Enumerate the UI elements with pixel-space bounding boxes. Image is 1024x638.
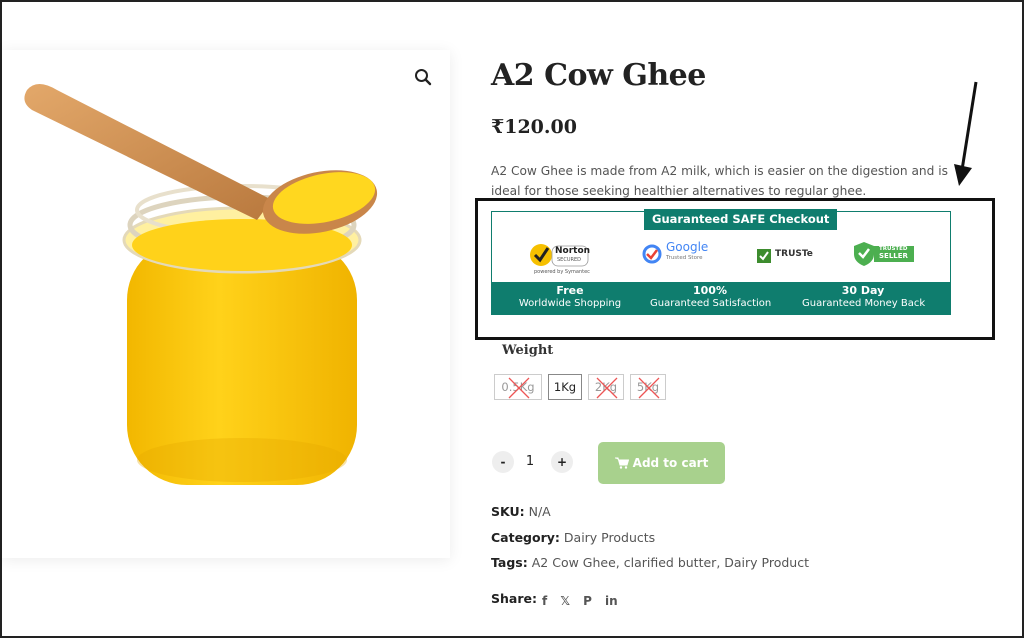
trusted-store-text: Trusted Store (666, 255, 703, 261)
add-to-cart-button[interactable]: Add to cart (598, 442, 725, 484)
unavailable-cross-icon (508, 377, 530, 399)
tag-link[interactable]: clarified butter (624, 555, 717, 570)
guarantee-free-shipping: Free Worldwide Shopping (510, 284, 630, 311)
twitter-icon[interactable]: 𝕏 (560, 594, 570, 608)
google-text: Google (666, 240, 709, 254)
weight-option-1kg[interactable]: 1Kg (548, 374, 582, 400)
cart-icon (614, 457, 629, 469)
guarantee-money-back-subtitle: Guaranteed Money Back (802, 298, 926, 309)
guarantee-free-subtitle: Worldwide Shopping (518, 298, 622, 309)
safe-checkout-badge: Guaranteed SAFE Checkout Norton SECURED … (491, 209, 951, 315)
trusted-seller-logo: TRUSTED SELLER (852, 240, 916, 272)
zoom-icon[interactable] (414, 68, 434, 88)
tag-link[interactable]: A2 Cow Ghee (532, 555, 616, 570)
truste-logo: TRUSTe (756, 248, 813, 268)
weight-option-0-5kg[interactable]: 0.5Kg (494, 374, 542, 400)
seller-text: SELLER (879, 252, 908, 260)
weight-option-label: 1Kg (553, 380, 577, 394)
norton-secured-logo: Norton SECURED powered by Symantec (528, 240, 592, 282)
norton-text: Norton (555, 246, 591, 256)
unavailable-cross-icon (596, 377, 618, 399)
share-label: Share: (491, 591, 537, 606)
sku-label: SKU: (491, 504, 525, 519)
guarantee-money-back: 30 Day Guaranteed Money Back (802, 284, 926, 311)
product-title: A2 Cow Ghee (491, 58, 706, 93)
unavailable-cross-icon (638, 377, 660, 399)
product-price: ₹120.00 (491, 116, 577, 138)
truste-text: TRUSTe (775, 249, 813, 259)
safe-checkout-heading: Guaranteed SAFE Checkout (644, 209, 838, 230)
quantity-increase-button[interactable]: + (551, 451, 573, 473)
product-description: A2 Cow Ghee is made from A2 milk, which … (491, 164, 948, 198)
guarantee-free-title: Free (556, 284, 584, 297)
guarantee-bar: Free Worldwide Shopping 100% Guaranteed … (492, 282, 950, 314)
share-icons: f 𝕏 P in (542, 590, 626, 609)
sku-row: SKU: N/A (491, 504, 551, 519)
tag-link[interactable]: Dairy Product (724, 555, 809, 570)
category-link[interactable]: Dairy Products (564, 530, 655, 545)
product-gallery (2, 50, 450, 558)
linkedin-icon[interactable]: in (605, 594, 618, 608)
norton-powered-text: powered by Symantec (534, 269, 590, 275)
product-image (24, 84, 378, 485)
category-label: Category: (491, 530, 560, 545)
tags-row: Tags: A2 Cow Ghee, clarified butter, Dai… (491, 555, 809, 570)
quantity-input[interactable]: 1 (520, 454, 540, 469)
google-trusted-store-logo: Google Trusted Store (642, 240, 708, 268)
guarantee-money-back-title: 30 Day (841, 284, 885, 297)
norton-secured-text: SECURED (557, 257, 581, 263)
weight-option-5kg[interactable]: 5Kg (630, 374, 666, 400)
guarantee-satisfaction-subtitle: Guaranteed Satisfaction (650, 298, 772, 309)
annotation-arrow (954, 81, 978, 186)
trust-logos: Norton SECURED powered by Symantec Googl… (492, 234, 950, 284)
add-to-cart-label: Add to cart (632, 456, 709, 470)
quantity-decrease-button[interactable]: - (492, 451, 514, 473)
guarantee-satisfaction-title: 100% (693, 284, 727, 297)
weight-label: Weight (502, 343, 554, 358)
pinterest-icon[interactable]: P (583, 594, 592, 608)
guarantee-satisfaction: 100% Guaranteed Satisfaction (650, 284, 772, 311)
sku-value: N/A (528, 504, 551, 519)
share-row: Share: (491, 591, 537, 606)
tags-label: Tags: (491, 555, 528, 570)
facebook-icon[interactable]: f (542, 594, 547, 608)
category-row: Category: Dairy Products (491, 530, 655, 545)
weight-option-2kg[interactable]: 2Kg (588, 374, 624, 400)
